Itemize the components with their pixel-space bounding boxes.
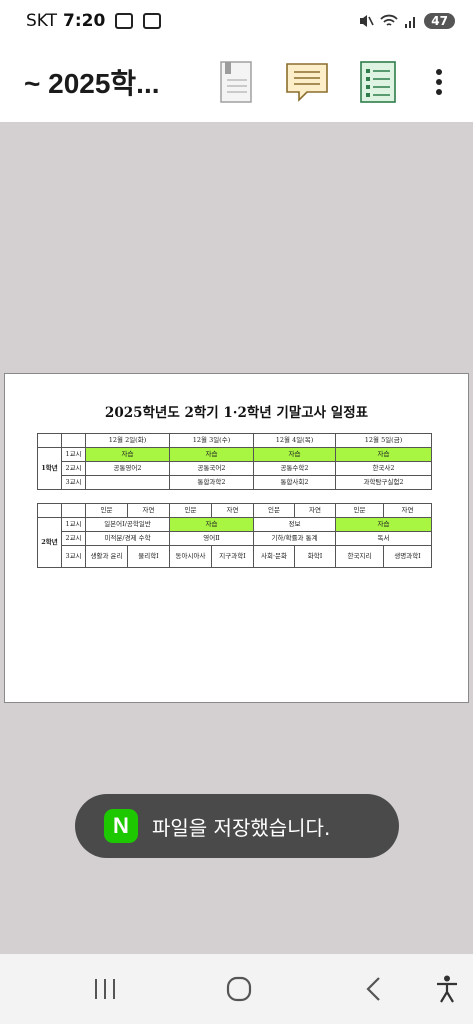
table-cell: 일본어Ⅰ/공학일반 (85, 517, 170, 532)
table-cell (37, 433, 62, 448)
app-toolbar: ~ 2025학... (0, 42, 473, 122)
table-cell: 자습 (335, 517, 432, 532)
accessibility-button[interactable] (432, 972, 462, 1006)
table-row: 3교시 통합과학2 통합사회2 과학탐구실험2 (38, 475, 432, 490)
system-navigation-bar (0, 954, 473, 1024)
table-cell: 정보 (253, 517, 336, 532)
track-header: 자연 (383, 503, 432, 518)
table-cell: 한국지리 (335, 545, 384, 568)
date-header: 12월 4일(목) (253, 433, 336, 448)
table-row: 2교시 미적분/경제 수학 영어Ⅱ 기하/확률과 통계 독서 (38, 531, 432, 546)
table-cell: 과학탐구실험2 (335, 475, 432, 490)
period-label: 1교시 (61, 517, 86, 532)
grade-label: 1학년 (37, 447, 62, 490)
table-cell: 생활과 윤리 (85, 545, 128, 568)
document-title[interactable]: ~ 2025학... (24, 62, 204, 102)
screenshot-icon (115, 13, 134, 29)
naver-logo-icon: N (104, 809, 138, 843)
gallery-icon (143, 13, 162, 29)
table-row: 1학년 1교시 자습 자습 자습 자습 (37, 447, 432, 490)
battery-indicator: 47 (424, 13, 455, 29)
date-header: 12월 5일(금) (335, 433, 432, 448)
bookmark-icon[interactable] (219, 60, 255, 104)
table-cell: 공통수학2 (253, 461, 336, 476)
status-bar: SKT 7:20 47 (0, 0, 473, 42)
home-icon (226, 976, 252, 1002)
grade-label: 2학년 (37, 517, 62, 568)
table-cell: 자습 (85, 447, 170, 462)
table-cell (85, 475, 170, 490)
table-cell: 통합과학2 (169, 475, 254, 490)
save-toast: N 파일을 저장했습니다. (75, 794, 399, 858)
toast-message: 파일을 저장했습니다. (152, 815, 331, 840)
table-row: 12월 2일(화) 12월 3일(수) 12월 4일(목) 12월 5일(금) (37, 433, 432, 448)
table-cell: 자습 (335, 447, 432, 462)
table-cell: 지구과학Ⅰ (211, 545, 254, 568)
table-cell: 공통영어2 (85, 461, 170, 476)
track-header: 자연 (211, 503, 254, 518)
mute-icon (360, 15, 375, 27)
table-cell: 자습 (169, 447, 254, 462)
table-cell: 자습 (253, 447, 336, 462)
more-options-icon[interactable] (434, 68, 444, 96)
table-row: 3교시 생활과 윤리 물리학Ⅰ 동아시아사 지구과학Ⅰ 사회·문화 화학Ⅰ 한국… (38, 545, 432, 568)
carrier-label: SKT (26, 11, 58, 31)
date-header: 12월 3일(수) (169, 433, 254, 448)
table-cell: 독서 (335, 531, 432, 546)
period-label: 3교시 (61, 545, 86, 568)
track-header: 인문 (85, 503, 128, 518)
table-cell (61, 503, 86, 518)
track-header: 인문 (253, 503, 295, 518)
back-button[interactable] (358, 972, 388, 1006)
recent-apps-icon (95, 979, 115, 999)
comment-icon[interactable] (285, 60, 329, 104)
period-label: 1교시 (61, 447, 86, 462)
track-header: 인문 (169, 503, 212, 518)
track-header: 자연 (127, 503, 170, 518)
table-cell: 기하/확률과 통계 (253, 531, 336, 546)
back-icon (366, 977, 380, 1001)
period-label: 2교시 (61, 531, 86, 546)
table-cell: 화학Ⅰ (294, 545, 336, 568)
home-button[interactable] (222, 972, 256, 1006)
signal-icon (405, 17, 416, 28)
table-cell: 영어Ⅱ (169, 531, 254, 546)
table-cell: 동아시아사 (169, 545, 212, 568)
table-cell: 공통국어2 (169, 461, 254, 476)
table-cell: 미적분/경제 수학 (85, 531, 170, 546)
table-cell (61, 433, 86, 448)
clock: 7:20 (63, 11, 106, 31)
table-cell: 한국사2 (335, 461, 432, 476)
table-row: 2교시 공통영어2 공통국어2 공통수학2 한국사2 (38, 461, 432, 476)
period-label: 2교시 (61, 461, 86, 476)
outline-list-icon[interactable] (359, 60, 397, 104)
track-header: 자연 (294, 503, 336, 518)
table-cell: 물리학Ⅰ (127, 545, 170, 568)
accessibility-icon (437, 975, 457, 1003)
table-cell: 생명과학Ⅰ (383, 545, 432, 568)
table-row: 2학년 1교시 일본어Ⅰ/공학일반 자습 정보 자습 (37, 517, 432, 568)
date-header: 12월 2일(화) (85, 433, 170, 448)
document-page: 2025학년도 2학기 1·2학년 기말고사 일정표 12월 2일(화) 12월… (4, 373, 469, 703)
grade1-schedule-table: 12월 2일(화) 12월 3일(수) 12월 4일(목) 12월 5일(금) … (37, 433, 432, 490)
table-cell: 사회·문화 (253, 545, 295, 568)
recent-apps-button[interactable] (88, 972, 122, 1006)
table-cell (37, 503, 62, 518)
table-row: 인문 자연 인문 자연 인문 자연 인문 자연 (37, 503, 432, 518)
schedule-title: 2025학년도 2학기 1·2학년 기말고사 일정표 (104, 405, 369, 421)
table-cell: 통합사회2 (253, 475, 336, 490)
track-header: 인문 (335, 503, 384, 518)
grade2-schedule-table: 인문 자연 인문 자연 인문 자연 인문 자연 2학년 1교시 일본어Ⅰ/공학일… (37, 503, 432, 568)
wifi-icon (380, 14, 398, 26)
table-cell: 자습 (169, 517, 254, 532)
period-label: 3교시 (61, 475, 86, 490)
